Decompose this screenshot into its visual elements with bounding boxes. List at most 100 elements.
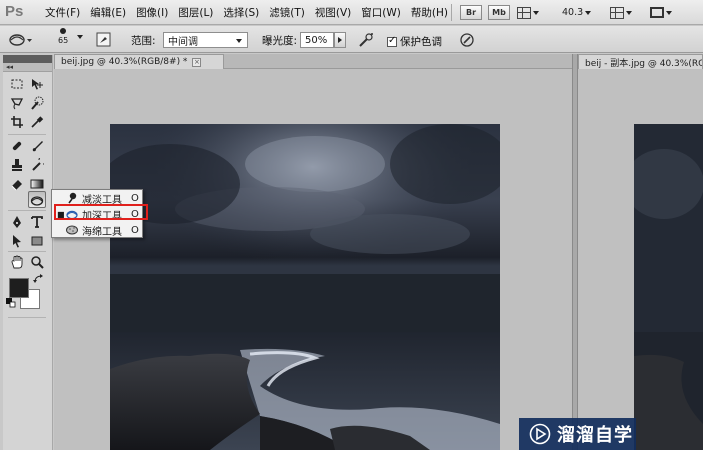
type-icon — [31, 215, 43, 228]
brush-tool[interactable] — [28, 137, 46, 154]
gradient-tool[interactable] — [28, 175, 46, 192]
quick-selection-icon — [31, 96, 44, 110]
range-select-value: 中间调 — [168, 36, 198, 48]
menu-select[interactable]: 选择(S) — [218, 5, 264, 20]
document-canvas-2[interactable] — [634, 124, 703, 450]
burn-tool[interactable] — [28, 191, 46, 208]
brush-icon — [32, 140, 43, 151]
history-brush-tool[interactable] — [28, 156, 46, 173]
pen-tool[interactable] — [8, 213, 26, 230]
tools-panel: ◂◂ — [3, 55, 53, 450]
path-selection-tool[interactable] — [8, 232, 26, 249]
arrange-documents-dropdown[interactable] — [610, 5, 632, 20]
exposure-input[interactable]: 50% — [300, 32, 334, 48]
watermark-text: 溜溜自学 — [557, 425, 633, 446]
healing-brush-icon — [12, 141, 22, 150]
range-select[interactable]: 中间调 — [163, 32, 248, 48]
brush-picker-arrow[interactable] — [77, 35, 83, 39]
document-splitter[interactable] — [572, 54, 578, 450]
default-colors-button[interactable] — [6, 298, 16, 308]
menubar-separator — [451, 4, 452, 21]
burn-icon — [30, 195, 44, 206]
crop-icon — [11, 115, 23, 128]
menu-filter[interactable]: 滤镜(T) — [264, 5, 310, 20]
document-tab-beij[interactable]: beij.jpg @ 40.3%(RGB/8#) * × — [54, 54, 224, 69]
chevron-right-icon — [338, 37, 342, 43]
seascape-copy-image — [634, 124, 703, 450]
foreground-color-swatch[interactable] — [9, 278, 29, 298]
lasso-tool[interactable] — [8, 94, 26, 111]
options-bar: 65 范围: 中间调 曝光度: 50% 保护色调 — [0, 26, 703, 53]
hand-tool[interactable] — [8, 253, 26, 270]
document-1-tabbar: beij.jpg @ 40.3%(RGB/8#) * × — [54, 54, 572, 69]
zoom-level-dropdown[interactable]: 40.3 — [562, 5, 592, 20]
checkbox-checked-icon — [387, 35, 397, 47]
document-tab-title: beij.jpg @ 40.3%(RGB/8#) * — [61, 57, 188, 67]
menu-image[interactable]: 图像(I) — [131, 5, 173, 20]
eyedropper-tool[interactable] — [28, 113, 46, 130]
path-selection-icon — [13, 234, 21, 247]
tools-panel-collapse[interactable]: ◂◂ — [3, 63, 52, 72]
healing-brush-tool[interactable] — [8, 137, 26, 154]
menu-view[interactable]: 视图(V) — [310, 5, 356, 20]
brush-preset-picker[interactable]: 65 — [58, 28, 68, 45]
swap-colors-button[interactable] — [33, 273, 45, 285]
marquee-tool[interactable] — [8, 75, 26, 92]
hand-icon — [11, 255, 23, 268]
screen-mode-icon — [650, 7, 664, 18]
view-extras-dropdown[interactable] — [517, 5, 539, 20]
burn-tool-icon — [9, 34, 32, 46]
exposure-value: 50% — [305, 34, 328, 46]
protect-tones-label: 保护色调 — [400, 36, 442, 48]
chevron-down-icon — [77, 35, 83, 39]
mini-bridge-button[interactable]: Mb — [488, 5, 510, 20]
close-icon[interactable]: × — [192, 57, 202, 67]
type-tool[interactable] — [28, 213, 46, 230]
eraser-icon — [11, 179, 22, 190]
swap-arrows-icon — [33, 274, 43, 283]
tools-separator — [8, 210, 46, 211]
tools-separator — [8, 251, 46, 252]
move-icon — [32, 78, 43, 89]
move-tool[interactable] — [28, 75, 46, 92]
quick-selection-tool[interactable] — [28, 94, 46, 111]
range-label: 范围: — [131, 35, 156, 47]
zoom-level-value: 40.3 — [562, 7, 584, 18]
screen-mode-dropdown[interactable] — [650, 5, 672, 20]
bridge-button[interactable]: Br — [460, 5, 482, 20]
flyout-item-sponge[interactable]: 海绵工具 O — [52, 222, 142, 238]
document-canvas-1[interactable] — [110, 124, 500, 450]
chevron-down-icon — [626, 10, 632, 15]
airbrush-icon — [359, 33, 373, 47]
document-tab-beij-copy[interactable]: beij - 副本.jpg @ 40.3%(RGB/8 — [578, 54, 703, 69]
chevron-down-icon — [585, 10, 592, 15]
gradient-icon — [30, 179, 44, 188]
crop-tool[interactable] — [8, 113, 26, 130]
brush-panel-toggle[interactable] — [96, 32, 111, 47]
menu-items: 文件(F) 编辑(E) 图像(I) 图层(L) 选择(S) 滤镜(T) 视图(V… — [40, 0, 453, 25]
brush-size-value: 65 — [58, 36, 69, 45]
menu-window[interactable]: 窗口(W) — [356, 5, 406, 20]
tools-separator — [8, 134, 46, 135]
lasso-icon — [10, 97, 24, 109]
default-colors-icon — [6, 298, 16, 308]
tools-panel-header[interactable] — [3, 55, 52, 63]
arrange-documents-icon — [610, 6, 624, 19]
document-2-tabbar: beij - 副本.jpg @ 40.3%(RGB/8 — [578, 54, 703, 69]
eraser-tool[interactable] — [8, 175, 26, 192]
zoom-tool[interactable] — [28, 253, 46, 270]
tool-preset-picker[interactable] — [8, 31, 32, 47]
menu-help[interactable]: 帮助(H) — [406, 5, 453, 20]
clone-stamp-tool[interactable] — [8, 156, 26, 173]
tablet-pressure-toggle[interactable] — [459, 32, 475, 48]
exposure-slider-button[interactable] — [334, 32, 346, 48]
watermark: 溜溜自学 — [519, 418, 636, 450]
menu-edit[interactable]: 编辑(E) — [85, 5, 131, 20]
protect-tones-checkbox[interactable]: 保护色调 — [387, 34, 442, 49]
flyout-item-label: 海绵工具 — [82, 226, 122, 238]
menu-layer[interactable]: 图层(L) — [173, 5, 218, 20]
airbrush-toggle[interactable] — [358, 32, 374, 48]
rectangle-tool[interactable] — [28, 232, 46, 249]
menu-file[interactable]: 文件(F) — [40, 5, 85, 20]
document-tab-title: beij - 副本.jpg @ 40.3%(RGB/8 — [585, 58, 702, 69]
